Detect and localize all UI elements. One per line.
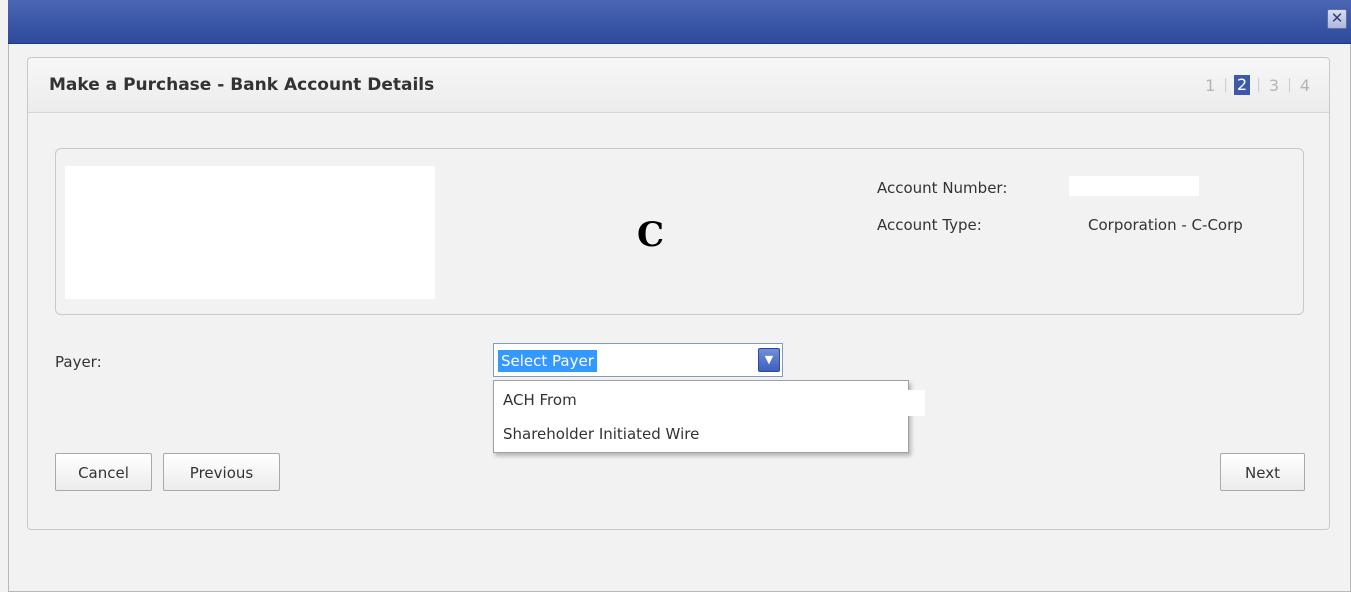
chevron-down-icon[interactable]: ▼ — [758, 348, 780, 372]
account-number-value — [1069, 176, 1199, 196]
payer-option-label: ACH From — [503, 391, 577, 409]
step-indicator: 1 | 2 | 3 | 4 — [1203, 75, 1312, 95]
payer-select-value: Select Payer — [498, 350, 597, 372]
account-logo — [65, 166, 435, 299]
account-info-box: C Account Number: Account Type: Corporat… — [55, 148, 1304, 315]
next-button[interactable]: Next — [1220, 453, 1305, 491]
panel-header: Make a Purchase - Bank Account Details 1… — [28, 58, 1329, 113]
account-initial: C — [637, 215, 665, 255]
cancel-button[interactable]: Cancel — [55, 453, 152, 491]
account-type-value: Corporation - C-Corp — [1088, 216, 1243, 234]
payer-dropdown-list: ACH From Shareholder Initiated Wire — [493, 380, 925, 453]
purchase-panel: Make a Purchase - Bank Account Details 1… — [27, 57, 1330, 530]
step-3: 3 — [1268, 75, 1280, 95]
payer-option-ach[interactable]: ACH From — [494, 383, 925, 417]
account-number-label: Account Number: — [877, 179, 1008, 197]
panel-title: Make a Purchase - Bank Account Details — [49, 75, 435, 95]
account-type-label: Account Type: — [877, 216, 982, 234]
redacted-account-name — [600, 390, 925, 416]
step-1: 1 — [1205, 75, 1216, 95]
close-icon[interactable]: ✕ — [1327, 9, 1347, 29]
step-4: 4 — [1299, 75, 1310, 95]
payer-select[interactable]: Select Payer ▼ — [493, 343, 783, 377]
step-separator: | — [1223, 77, 1228, 93]
step-separator: | — [1256, 77, 1261, 93]
dialog-titlebar: ✕ — [8, 0, 1351, 44]
step-2-active: 2 — [1234, 75, 1251, 95]
payer-label: Payer: — [55, 353, 102, 371]
previous-button[interactable]: Previous — [163, 453, 280, 491]
payer-option-label: Shareholder Initiated Wire — [503, 425, 700, 443]
step-separator: | — [1287, 77, 1292, 93]
payer-option-wire[interactable]: Shareholder Initiated Wire — [494, 417, 908, 451]
